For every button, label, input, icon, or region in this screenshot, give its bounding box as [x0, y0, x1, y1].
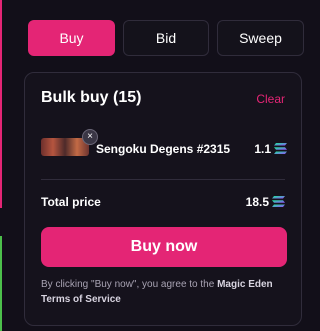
terms-disclaimer: By clicking "Buy now", you agree to the …	[41, 277, 291, 307]
solana-icon	[272, 196, 285, 207]
left-edge-green-accent	[0, 236, 2, 331]
tab-sweep[interactable]: Sweep	[217, 20, 304, 56]
item-price: 1.1	[254, 142, 271, 156]
cart-item: × Sengoku Degens #2315 1.1	[41, 129, 287, 161]
tab-buy[interactable]: Buy	[28, 20, 115, 56]
item-name: Sengoku Degens #2315	[96, 142, 231, 156]
left-edge-accent	[0, 0, 2, 208]
clear-button[interactable]: Clear	[256, 92, 285, 106]
total-price-label: Total price	[41, 195, 101, 209]
panel-title: Bulk buy (15)	[41, 89, 142, 106]
divider	[41, 179, 285, 180]
total-price-value: 18.5	[245, 195, 269, 209]
disclaimer-text: By clicking "Buy now", you agree to the	[41, 279, 218, 290]
buy-now-button[interactable]: Buy now	[41, 227, 287, 267]
solana-icon	[274, 143, 287, 154]
tab-bid[interactable]: Bid	[123, 20, 209, 56]
buy-mode-tabs: Buy Bid Sweep	[28, 20, 304, 56]
nft-thumbnail	[41, 138, 89, 156]
bulk-buy-panel: Bulk buy (15) Clear × Sengoku Degens #23…	[24, 72, 302, 326]
